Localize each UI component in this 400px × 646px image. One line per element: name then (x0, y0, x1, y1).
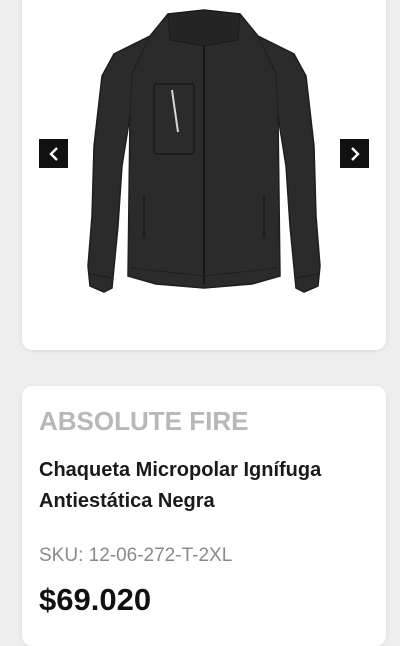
sku-line: SKU: 12-06-272-T-2XL (39, 545, 232, 567)
next-image-button[interactable] (340, 139, 369, 168)
sku-label: SKU: (39, 545, 89, 566)
product-price: $69.020 (39, 582, 152, 617)
chevron-right-icon (350, 146, 360, 161)
product-image-card (22, 0, 386, 350)
product-image (87, 9, 321, 293)
previous-image-button[interactable] (39, 139, 68, 168)
sku-value: 12-06-272-T-2XL (88, 545, 233, 566)
product-info-card: ABSOLUTE FIRE Chaqueta Micropolar Ignífu… (22, 386, 386, 646)
chevron-left-icon (48, 146, 58, 161)
product-title: Chaqueta Micropolar Ignífuga Antiestátic… (39, 459, 322, 512)
brand-name[interactable]: ABSOLUTE FIRE (39, 406, 248, 437)
